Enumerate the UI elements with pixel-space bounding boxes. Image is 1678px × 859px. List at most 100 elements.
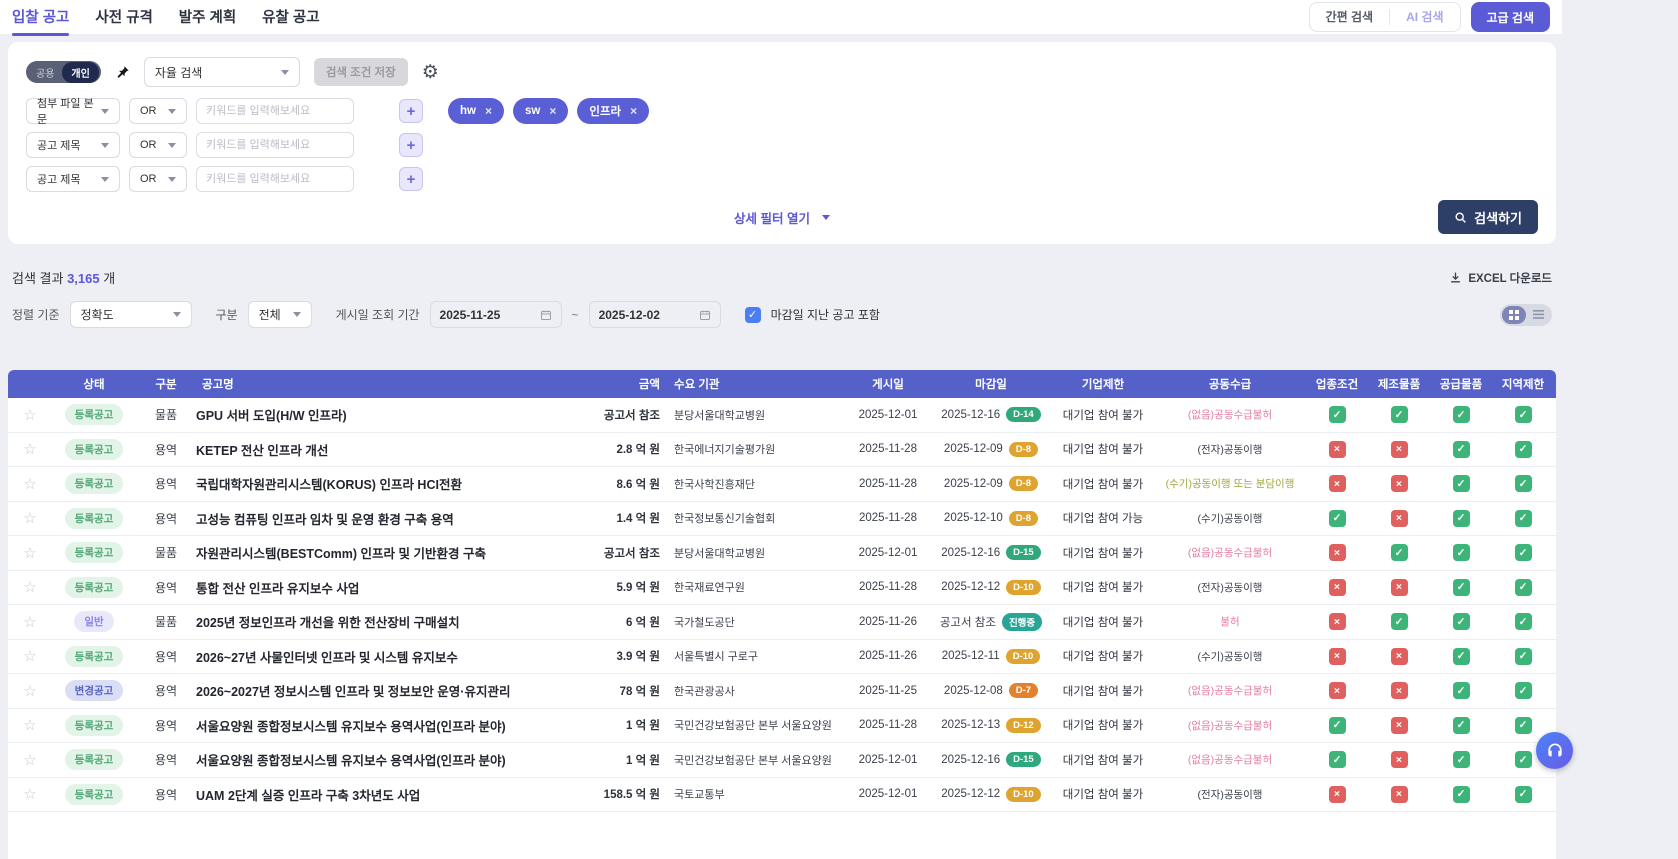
supply-goods-flag: ✓ [1430, 544, 1492, 562]
remove-tag-icon[interactable]: × [549, 104, 556, 118]
scope-personal-label[interactable]: 개인 [62, 61, 99, 83]
advanced-search-button[interactable]: 고급 검색 [1470, 2, 1550, 32]
table-row: ☆ 등록공고 용역 KETEP 전산 인프라 개선 2.8 억 원 한국에너지기… [8, 432, 1556, 467]
add-condition-button[interactable]: + [399, 99, 423, 123]
supply-goods-flag: ✓ [1430, 785, 1492, 803]
announcement-title[interactable]: GPU 서버 도입(H/W 인프라) [196, 405, 588, 424]
allowed-check-icon: ✓ [1452, 613, 1470, 631]
favorite-star-icon[interactable]: ☆ [23, 441, 36, 458]
support-chat-button[interactable] [1536, 732, 1573, 769]
nav-tabs: 입찰 공고 사전 규격 발주 계획 유찰 공고 [12, 0, 320, 36]
column-header: 공동수급 [1208, 379, 1252, 391]
list-view-button[interactable] [1526, 306, 1550, 324]
announcement-title[interactable]: 2025년 정보인프라 개선을 위한 전산장비 구매설치 [196, 612, 588, 631]
keyword-input[interactable] [196, 98, 354, 124]
sort-select-value: 정확도 [80, 308, 114, 322]
column-header: 금액 [638, 379, 660, 391]
category: 용역 [154, 684, 178, 699]
operator-select[interactable]: OR [129, 166, 187, 192]
status-badge: 등록공고 [64, 473, 124, 495]
joint-supply: 불허 [1220, 616, 1240, 629]
favorite-star-icon[interactable]: ☆ [23, 717, 36, 734]
industry-condition-flag: ✓ [1306, 751, 1368, 769]
announcement-title[interactable]: 서울요양원 종합정보시스템 유지보수 용역사업(인프라 분야) [196, 716, 588, 735]
favorite-star-icon[interactable]: ☆ [23, 407, 36, 424]
favorite-star-icon[interactable]: ☆ [23, 786, 36, 803]
date-to-input[interactable]: 2025-12-02 [588, 301, 721, 328]
announcement-title[interactable]: KETEP 전산 인프라 개선 [196, 440, 588, 459]
favorite-star-icon[interactable]: ☆ [23, 545, 36, 562]
nav-tab[interactable]: 사전 규격 [95, 0, 152, 36]
operator-select[interactable]: OR [129, 98, 187, 124]
favorite-star-icon[interactable]: ☆ [23, 752, 36, 769]
organization: 한국에너지기술평가원 [674, 444, 776, 457]
joint-supply: (수기)공동이행 [1197, 650, 1263, 663]
remove-tag-icon[interactable]: × [630, 104, 637, 118]
search-button-label: 검색하기 [1474, 210, 1522, 226]
preset-select[interactable]: 자율 검색 [143, 57, 300, 87]
remove-tag-icon[interactable]: × [485, 104, 492, 118]
keyword-input[interactable] [196, 166, 354, 192]
save-conditions-button[interactable]: 검색 조건 저장 [313, 58, 408, 86]
scope-toggle[interactable]: 공용 개인 [26, 61, 101, 83]
favorite-star-icon[interactable]: ☆ [23, 614, 36, 631]
announcement-title[interactable]: UAM 2단계 실증 인프라 구축 3차년도 사업 [196, 785, 588, 804]
dday-badge: D-10 [1006, 786, 1041, 802]
gear-icon[interactable]: ⚙ [422, 63, 439, 82]
keyword-input[interactable] [196, 132, 354, 158]
top-actions: 간편 검색 AI 검색 고급 검색 [1308, 2, 1550, 32]
pin-icon[interactable] [115, 65, 130, 80]
scope-public-label[interactable]: 공용 [28, 65, 62, 80]
category: 용역 [154, 649, 178, 664]
manufactured-goods-flag: ✓ [1368, 613, 1430, 631]
simple-search-button[interactable]: 간편 검색 [1310, 3, 1390, 31]
favorite-star-icon[interactable]: ☆ [23, 579, 36, 596]
announcement-title[interactable]: 통합 전산 인프라 유지보수 사업 [196, 578, 588, 597]
type-select[interactable]: 전체 [247, 301, 312, 328]
favorite-star-icon[interactable]: ☆ [23, 683, 36, 700]
dday-badge: D-15 [1006, 545, 1041, 561]
add-condition-button[interactable]: + [399, 133, 423, 157]
nav-tab[interactable]: 입찰 공고 [12, 0, 70, 36]
field-select[interactable]: 공고 제목 [26, 166, 120, 192]
results-meta: 검색 결과 3,165 개 EXCEL 다운로드 [12, 268, 1552, 287]
restricted-x-icon: × [1328, 578, 1346, 596]
add-condition-button[interactable]: + [399, 167, 423, 191]
restricted-x-icon: × [1390, 647, 1408, 665]
amount: 1 억 원 [626, 754, 660, 767]
announcement-title[interactable]: 자원관리시스템(BESTComm) 인프라 및 기반환경 구축 [196, 543, 588, 562]
field-select[interactable]: 공고 제목 [26, 132, 120, 158]
ai-search-button[interactable]: AI 검색 [1390, 3, 1459, 31]
enterprise-limit: 대기업 참여 불가 [1062, 409, 1144, 422]
grid-view-button[interactable] [1502, 305, 1526, 324]
joint-supply: (수기)공동이행 [1197, 512, 1263, 525]
nav-tab[interactable]: 유찰 공고 [262, 0, 319, 36]
favorite-star-icon[interactable]: ☆ [23, 476, 36, 493]
announcement-title[interactable]: 2026~27년 사물인터넷 인프라 및 시스템 유지보수 [196, 647, 588, 666]
field-select[interactable]: 첨부 파일 본문 [26, 98, 120, 126]
announcement-title[interactable]: 2026~2027년 정보시스템 인프라 및 정보보안 운영·유지관리 [196, 681, 588, 700]
date-from-input[interactable]: 2025-11-25 [429, 301, 562, 328]
operator-select-value: OR [140, 173, 157, 185]
search-panel: 공용 개인 자율 검색 검색 조건 저장 ⚙ 첨부 파일 본문 OR + hw [8, 42, 1556, 244]
operator-select[interactable]: OR [129, 132, 187, 158]
nav-tab[interactable]: 발주 계획 [179, 0, 236, 36]
search-button[interactable]: 검색하기 [1438, 200, 1538, 234]
column-header: 업종조건 [1315, 379, 1359, 391]
excel-download-button[interactable]: EXCEL 다운로드 [1449, 270, 1552, 286]
category: 물품 [154, 615, 178, 630]
industry-condition-flag: × [1306, 475, 1368, 493]
announcement-title[interactable]: 국립대학자원관리시스템(KORUS) 인프라 HCI전환 [196, 474, 588, 493]
sort-select[interactable]: 정확도 [69, 301, 192, 328]
restricted-x-icon: × [1390, 751, 1408, 769]
enterprise-limit: 대기업 참여 불가 [1062, 754, 1144, 767]
announcement-title[interactable]: 고성능 컴퓨팅 인프라 임차 및 운영 환경 구축 용역 [196, 509, 588, 528]
detail-filter-toggle[interactable]: 상세 필터 열기 [734, 208, 830, 227]
favorite-star-icon[interactable]: ☆ [23, 510, 36, 527]
calendar-icon [540, 310, 551, 320]
table-row: ☆ 등록공고 용역 고성능 컴퓨팅 인프라 임차 및 운영 환경 구축 용역 1… [8, 501, 1556, 536]
amount: 5.9 억 원 [616, 582, 660, 595]
favorite-star-icon[interactable]: ☆ [23, 648, 36, 665]
include-expired-checkbox[interactable]: ✓ [744, 306, 761, 323]
announcement-title[interactable]: 서울요양원 종합정보시스템 유지보수 용역사업(인프라 분야) [196, 750, 588, 769]
